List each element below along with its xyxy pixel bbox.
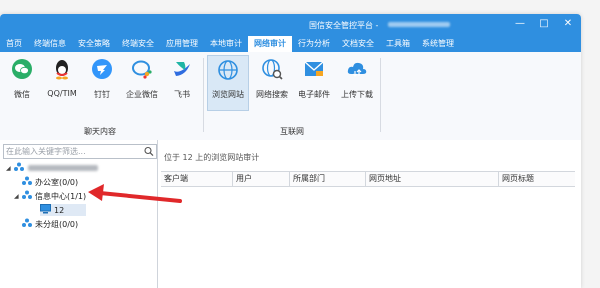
group-divider [380,58,381,132]
tool-label: 企业微信 [126,90,158,99]
mail-icon [303,58,325,80]
tab-app-management[interactable]: 应用管理 [160,36,204,52]
tab-system-management[interactable]: 系统管理 [416,36,460,52]
audit-content-panel: 位于 12 上的浏览网站审计 客户端 用户 所属部门 网页地址 网页标题 [158,140,581,288]
tree-node-label: 办公室(0/0) [35,177,79,187]
tab-security-policy[interactable]: 安全策略 [72,36,116,52]
window-controls: — □ ✕ [515,18,573,30]
title-blurred-text [388,22,450,27]
expanded-toggle-icon[interactable]: ◢ [14,193,22,200]
ribbon-toolbar: 微信 QQ/TIM 钉钉 企业微信 飞书 浏览网站 网络搜索 电子邮件 上传下载… [0,52,581,141]
tab-terminal-info[interactable]: 终端信息 [28,36,72,52]
tab-local-audit[interactable]: 本地审计 [204,36,248,52]
wechat-tool-button[interactable]: 微信 [2,58,42,100]
maximize-button[interactable]: □ [539,18,549,30]
computer-icon [40,204,51,216]
column-user[interactable]: 用户 [233,172,290,186]
group-divider [203,58,204,132]
app-window: 国信安全管控平台 - — □ ✕ 首页 终端信息 安全策略 终端安全 应用管理 … [0,14,581,288]
menu-bar: 首页 终端信息 安全策略 终端安全 应用管理 本地审计 网络审计 行为分析 文档… [0,36,581,52]
org-group-icon [14,162,24,174]
wechat-icon [11,58,33,80]
tool-label: 电子邮件 [298,90,330,99]
browse-web-tool-button[interactable]: 浏览网站 [207,55,249,111]
tool-label: 上传下载 [341,90,373,99]
globe-search-icon [261,58,283,80]
tree-node-office[interactable]: 办公室(0/0) [14,176,78,188]
device-tree-panel: ◢ 办公室(0/0) ◢ 信息中心(1/1) 12 [0,140,158,288]
tool-label: 飞书 [174,90,190,99]
column-url[interactable]: 网页地址 [366,172,499,186]
org-group-icon [22,190,32,202]
tree-root-node[interactable]: ◢ [6,162,98,174]
tab-terminal-security[interactable]: 终端安全 [116,36,160,52]
tab-network-audit[interactable]: 网络审计 [248,36,292,52]
tab-document-security[interactable]: 文档安全 [336,36,380,52]
column-department[interactable]: 所属部门 [290,172,366,186]
tree-node-computer-12[interactable]: 12 [40,204,86,216]
annotation-arrow-icon [88,184,182,203]
expanded-toggle-icon[interactable]: ◢ [6,165,14,172]
cloud-transfer-icon [346,58,368,80]
blurred-root-label [28,165,98,171]
qq-icon [51,58,73,80]
tab-toolbox[interactable]: 工具箱 [380,36,416,52]
wecom-icon [131,58,153,80]
wecom-tool-button[interactable]: 企业微信 [122,58,162,100]
org-group-icon [22,218,32,230]
dingtalk-icon [91,58,113,80]
group-label-internet: 互联网 [280,127,304,136]
tree-node-label: 信息中心(1/1) [35,191,87,201]
audit-location-label: 位于 12 上的浏览网站审计 [164,153,260,162]
tree-node-ungrouped[interactable]: 未分组(0/0) [22,218,78,230]
tree-search-box [3,144,157,159]
tool-label: QQ/TIM [47,89,77,98]
tree-node-info-center[interactable]: ◢ 信息中心(1/1) [14,190,86,202]
qq-tool-button[interactable]: QQ/TIM [42,58,82,98]
feishu-icon [171,58,193,80]
close-button[interactable]: ✕ [563,18,573,30]
tab-behavior-analysis[interactable]: 行为分析 [292,36,336,52]
tree-node-label: 未分组(0/0) [35,219,79,229]
tree-node-label: 12 [54,205,65,215]
tool-label: 网络搜索 [256,90,288,99]
tab-home[interactable]: 首页 [0,36,28,52]
dingtalk-tool-button[interactable]: 钉钉 [82,58,122,100]
search-icon[interactable] [143,145,155,158]
window-title: 国信安全管控平台 - [309,21,379,30]
minimize-button[interactable]: — [515,18,525,30]
column-page-title[interactable]: 网页标题 [499,172,575,186]
group-label-chat: 聊天内容 [84,127,116,136]
title-bar: 国信安全管控平台 - — □ ✕ [0,14,581,36]
globe-icon [217,59,239,81]
tool-label: 微信 [14,90,30,99]
audit-table-header: 客户端 用户 所属部门 网页地址 网页标题 [161,171,575,187]
tree-search-input[interactable] [6,145,140,158]
org-group-icon [22,176,32,188]
feishu-tool-button[interactable]: 飞书 [162,58,202,100]
email-tool-button[interactable]: 电子邮件 [294,58,334,100]
upload-download-tool-button[interactable]: 上传下载 [337,58,377,100]
tool-label: 钉钉 [94,90,110,99]
web-search-tool-button[interactable]: 网络搜索 [252,58,292,100]
tool-label: 浏览网站 [212,90,244,99]
